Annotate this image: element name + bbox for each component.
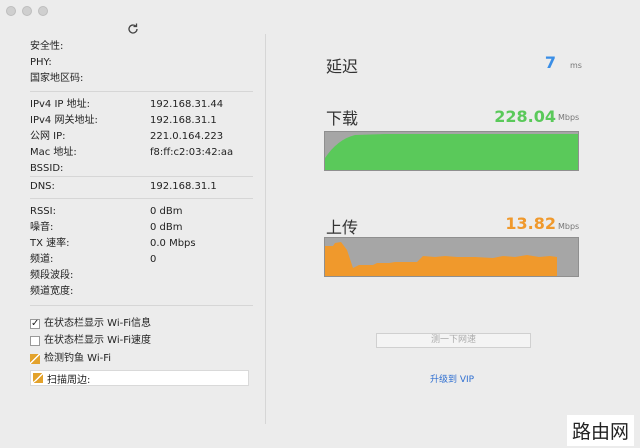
speed-test-button[interactable]: 测一下网速 [376, 333, 531, 348]
show-wifi-speed-checkbox[interactable]: 在状态栏显示 Wi-Fi速度 [30, 334, 151, 348]
upgrade-vip-link[interactable]: 升级到 VIP [430, 372, 474, 385]
download-area [325, 134, 578, 170]
download-label: 下载 [326, 109, 359, 128]
upload-area [325, 242, 557, 276]
upload-label: 上传 [326, 218, 359, 237]
divider [30, 91, 253, 92]
checkbox-unchecked-icon[interactable] [30, 336, 40, 346]
upload-value: 13.82 [505, 214, 556, 233]
latency-unit: ms [570, 61, 582, 70]
network-info-panel: 安全性: PHY: 国家地区码: IPv4 IP 地址: 192.168.31.4… [0, 0, 265, 448]
vip-lock-icon [30, 354, 40, 364]
detect-phishing-wifi-item[interactable]: 检测钓鱼 Wi-Fi [30, 352, 111, 366]
upload-graph [324, 237, 579, 277]
watermark: 路由网 [566, 415, 634, 446]
checkbox-checked-icon[interactable] [30, 317, 40, 331]
show-wifi-info-checkbox[interactable]: 在状态栏显示 Wi-Fi信息 [30, 317, 151, 331]
divider [30, 198, 253, 199]
vip-lock-icon [33, 373, 43, 383]
download-graph [324, 131, 579, 171]
download-unit: Mbps [558, 113, 580, 122]
refresh-icon[interactable] [126, 22, 140, 36]
scan-nearby-item[interactable]: 扫描周边: [30, 370, 249, 386]
upload-unit: Mbps [558, 222, 580, 231]
latency-label: 延迟 [326, 57, 359, 76]
latency-value: 7 [544, 53, 556, 72]
divider [30, 305, 253, 306]
divider [30, 176, 253, 177]
download-value: 228.04 [494, 107, 556, 126]
